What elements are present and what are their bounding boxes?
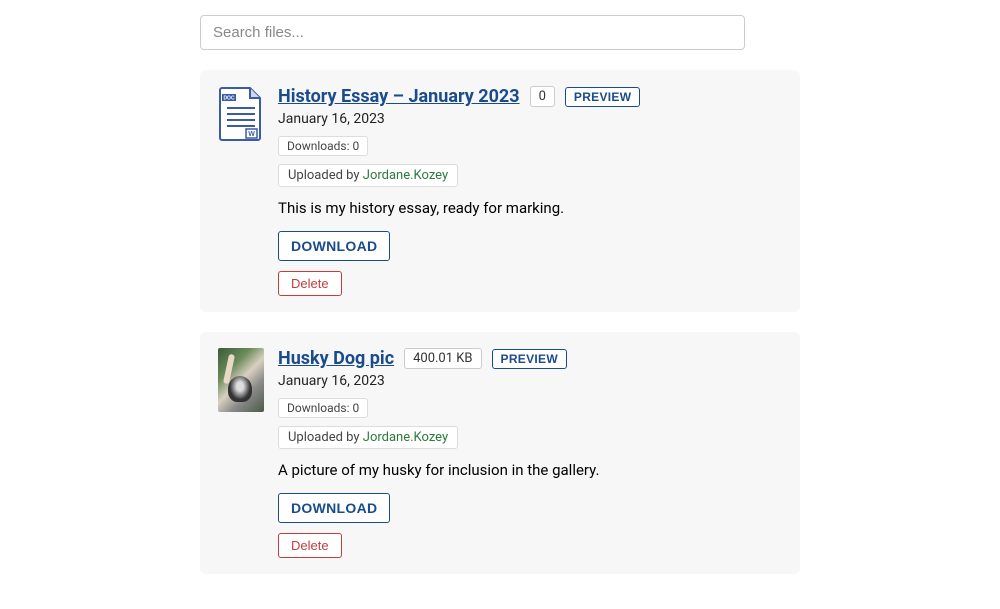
download-button[interactable]: DOWNLOAD xyxy=(278,493,390,523)
preview-button[interactable]: PREVIEW xyxy=(492,349,567,369)
download-button[interactable]: DOWNLOAD xyxy=(278,231,390,261)
search-input[interactable] xyxy=(200,15,745,50)
file-date: January 16, 2023 xyxy=(278,111,782,127)
svg-text:DOC: DOC xyxy=(223,96,235,102)
delete-button[interactable]: Delete xyxy=(278,271,342,296)
uploader-link[interactable]: Jordane.Kozey xyxy=(363,430,448,445)
file-description: A picture of my husky for inclusion in t… xyxy=(278,461,782,479)
file-body: History Essay – January 2023 0 PREVIEW J… xyxy=(278,86,782,296)
title-row: Husky Dog pic 400.01 KB PREVIEW xyxy=(278,348,782,369)
svg-text:W: W xyxy=(248,131,255,138)
file-description: This is my history essay, ready for mark… xyxy=(278,199,782,217)
image-thumbnail-icon xyxy=(218,348,264,412)
uploaded-by-badge: Uploaded by Jordane.Kozey xyxy=(278,426,458,449)
preview-button[interactable]: PREVIEW xyxy=(565,87,640,107)
uploaded-by-badge: Uploaded by Jordane.Kozey xyxy=(278,164,458,187)
delete-button[interactable]: Delete xyxy=(278,533,342,558)
doc-file-icon: DOC W xyxy=(218,86,264,296)
downloads-badge: Downloads: 0 xyxy=(278,136,368,156)
downloads-badge: Downloads: 0 xyxy=(278,398,368,418)
file-title-link[interactable]: History Essay – January 2023 xyxy=(278,86,520,107)
file-size-badge: 400.01 KB xyxy=(404,348,481,369)
file-title-link[interactable]: Husky Dog pic xyxy=(278,348,394,369)
file-card: Husky Dog pic 400.01 KB PREVIEW January … xyxy=(200,332,800,574)
file-size-badge: 0 xyxy=(530,86,555,107)
file-body: Husky Dog pic 400.01 KB PREVIEW January … xyxy=(278,348,782,558)
file-date: January 16, 2023 xyxy=(278,373,782,389)
title-row: History Essay – January 2023 0 PREVIEW xyxy=(278,86,782,107)
uploader-link[interactable]: Jordane.Kozey xyxy=(363,168,448,183)
file-card: DOC W History Essay – January 2023 0 PRE… xyxy=(200,70,800,312)
